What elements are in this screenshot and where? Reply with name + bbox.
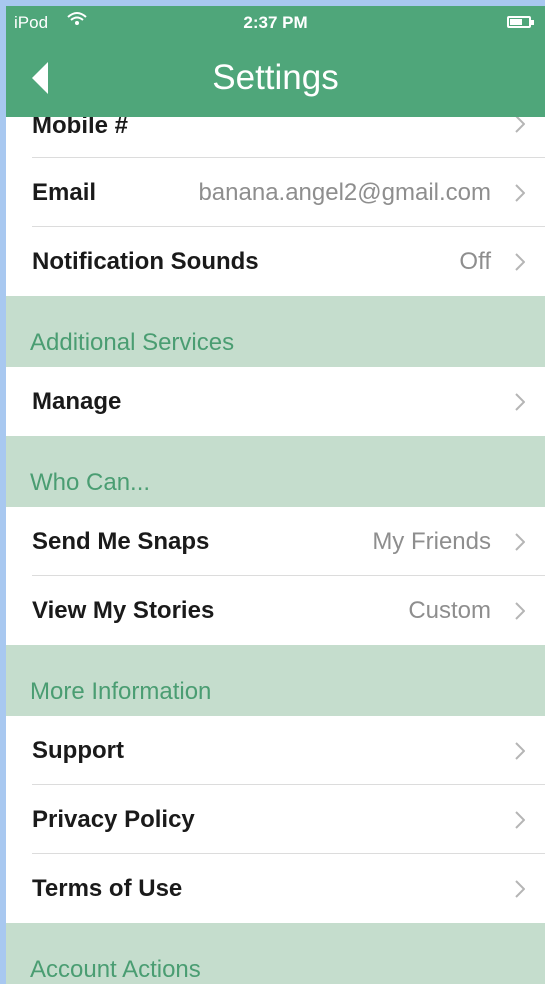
row-value: Off [459, 248, 491, 275]
chevron-right-icon [515, 811, 525, 829]
row-label: Mobile # [32, 117, 129, 139]
row-value: banana.angel2@gmail.com [198, 179, 491, 206]
section-header-additional-services: Additional Services [6, 296, 545, 367]
row-mobile-number[interactable]: Mobile # [6, 117, 545, 158]
row-email[interactable]: Email banana.angel2@gmail.com [6, 158, 545, 227]
row-label: View My Stories [32, 597, 215, 624]
chevron-right-icon [515, 742, 525, 760]
phone-screen: iPod 2:37 PM Settings Mobile # Email ban… [6, 6, 545, 984]
row-label: Privacy Policy [32, 806, 195, 833]
row-privacy-policy[interactable]: Privacy Policy [6, 785, 545, 854]
section-title: Additional Services [30, 329, 235, 356]
row-label: Terms of Use [32, 875, 183, 902]
section-title: Account Actions [30, 956, 201, 983]
battery-icon [507, 16, 534, 28]
row-send-me-snaps[interactable]: Send Me Snaps My Friends [6, 507, 545, 576]
section-header-who-can: Who Can... [6, 436, 545, 507]
row-value: Custom [408, 597, 491, 624]
section-title: Who Can... [30, 469, 151, 496]
row-label: Manage [32, 388, 122, 415]
chevron-right-icon [515, 602, 525, 620]
row-label: Send Me Snaps [32, 528, 210, 555]
row-label: Support [32, 737, 124, 764]
chevron-right-icon [515, 393, 525, 411]
top-bar: iPod 2:37 PM Settings [6, 6, 545, 117]
settings-list: Mobile # Email banana.angel2@gmail.com N… [6, 117, 545, 984]
row-manage[interactable]: Manage [6, 367, 545, 436]
status-bar: iPod 2:37 PM [6, 6, 545, 40]
row-value: My Friends [372, 528, 491, 555]
chevron-right-icon [515, 533, 525, 551]
section-header-more-information: More Information [6, 645, 545, 716]
page-title: Settings [212, 58, 339, 97]
chevron-right-icon [515, 253, 525, 271]
section-header-account-actions: Account Actions [6, 923, 545, 984]
chevron-right-icon [515, 117, 525, 133]
row-label: Email [32, 179, 97, 206]
row-support[interactable]: Support [6, 716, 545, 785]
row-label: Notification Sounds [32, 248, 259, 275]
section-title: More Information [30, 678, 212, 705]
row-notification-sounds[interactable]: Notification Sounds Off [6, 227, 545, 296]
chevron-right-icon [515, 184, 525, 202]
row-terms-of-use[interactable]: Terms of Use [6, 854, 545, 923]
status-time: 2:37 PM [243, 13, 308, 32]
row-view-my-stories[interactable]: View My Stories Custom [6, 576, 545, 645]
chevron-right-icon [515, 880, 525, 898]
